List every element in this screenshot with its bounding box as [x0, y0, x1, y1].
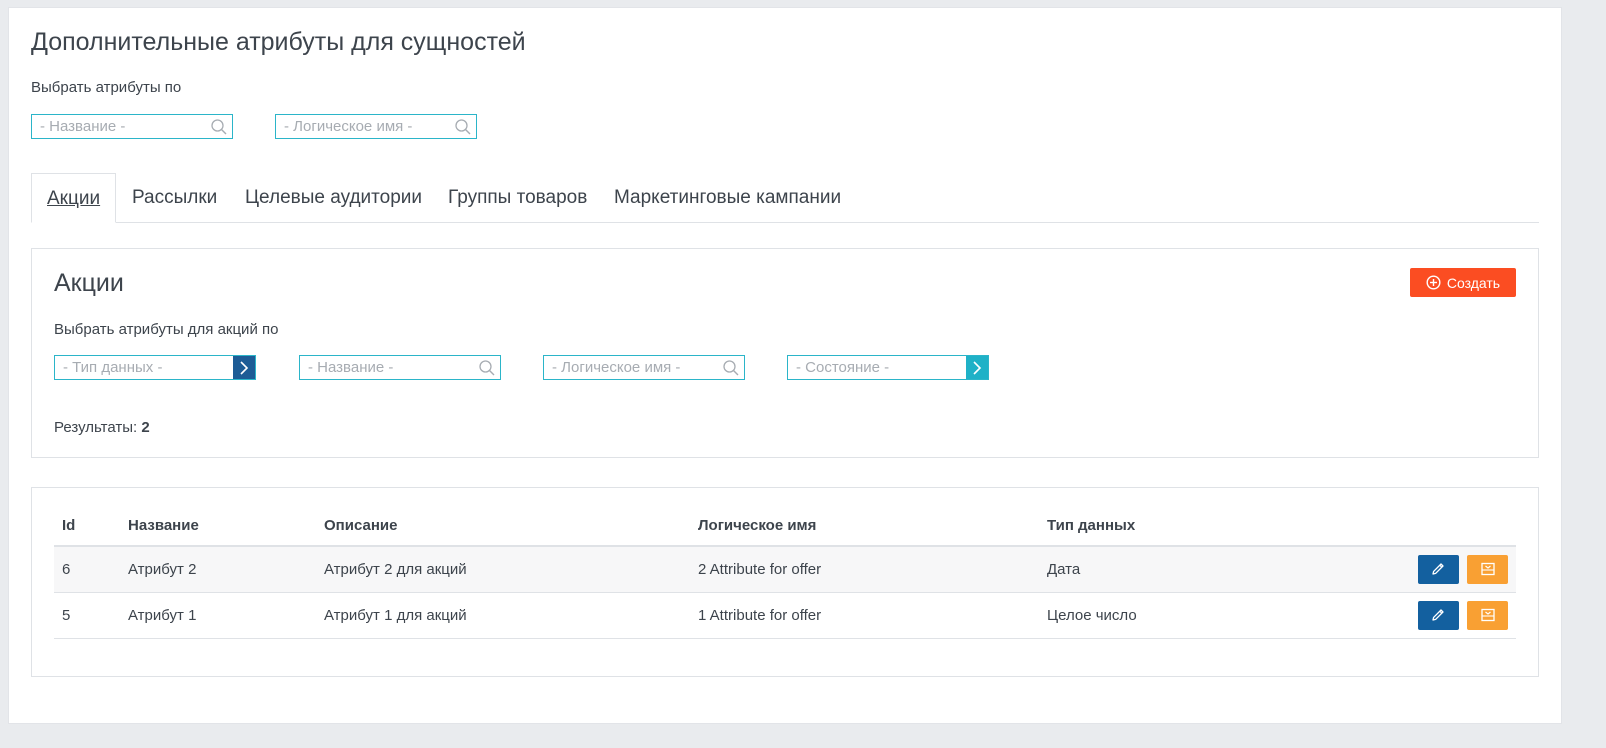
cell-name: Атрибут 1 — [120, 592, 316, 639]
offers-filter-panel: Акции Создать Выбрать атрибуты для акций… — [31, 248, 1539, 458]
column-header-name[interactable]: Название — [120, 506, 316, 547]
cell-id: 5 — [54, 592, 120, 639]
archive-icon — [1480, 563, 1495, 576]
cell-logical-name: 2 Attribute for offer — [690, 546, 1039, 593]
archive-icon — [1480, 608, 1495, 622]
search-icon — [479, 360, 495, 376]
attributes-table-panel: Id Название Описание Логическое имя Тип … — [31, 487, 1539, 677]
state-input[interactable] — [788, 356, 988, 379]
attributes-table: Id Название Описание Логическое имя Тип … — [54, 506, 1516, 639]
pencil-icon — [1432, 563, 1444, 575]
cell-data-type: Целое число — [1039, 592, 1339, 639]
entity-tabs: Акции Рассылки Целевые аудитории Группы … — [31, 173, 1539, 223]
tab-offers[interactable]: Акции — [31, 173, 117, 223]
pencil-icon — [1432, 609, 1444, 621]
data-type-input[interactable] — [55, 356, 255, 379]
cell-name: Атрибут 2 — [120, 546, 316, 593]
column-header-data-type[interactable]: Тип данных — [1039, 506, 1339, 547]
search-icon — [211, 119, 227, 135]
edit-button[interactable] — [1417, 554, 1459, 584]
column-header-id[interactable]: Id — [54, 506, 120, 547]
table-row: 5 Атрибут 1 Атрибут 1 для акций 1 Attrib… — [54, 592, 1516, 639]
table-row: 6 Атрибут 2 Атрибут 2 для акций 2 Attrib… — [54, 546, 1516, 593]
plus-circle-icon — [1426, 275, 1441, 290]
archive-button[interactable] — [1467, 554, 1508, 584]
cell-actions — [1339, 592, 1516, 639]
archive-button[interactable] — [1467, 600, 1508, 630]
state-dropdown-button[interactable] — [966, 356, 988, 379]
chevron-right-icon — [240, 360, 249, 375]
state-select[interactable] — [787, 355, 989, 380]
page-title: Дополнительные атрибуты для сущностей — [31, 28, 526, 56]
results-label: Результаты: — [54, 419, 138, 436]
data-type-select[interactable] — [54, 355, 256, 380]
create-button-label: Создать — [1446, 274, 1501, 291]
offers-logical-name-filter-input[interactable] — [544, 356, 744, 379]
column-header-actions — [1339, 506, 1516, 547]
offers-name-filter-field — [299, 355, 501, 380]
results-value: 2 — [141, 419, 150, 436]
cell-id: 6 — [54, 546, 120, 593]
logical-name-filter-field — [275, 114, 477, 139]
page-container: Дополнительные атрибуты для сущностей Вы… — [8, 7, 1562, 724]
filter-label: Выбрать атрибуты по — [31, 79, 182, 96]
results-count: Результаты: 2 — [54, 419, 150, 436]
cell-data-type: Дата — [1039, 546, 1339, 593]
cell-actions — [1339, 546, 1516, 593]
panel-title: Акции — [54, 269, 124, 297]
table-header-row: Id Название Описание Логическое имя Тип … — [54, 506, 1516, 547]
tab-marketing-campaigns[interactable]: Маркетинговые кампании — [614, 173, 841, 223]
edit-button[interactable] — [1417, 600, 1459, 630]
cell-description: Атрибут 2 для акций — [316, 546, 690, 593]
column-header-description[interactable]: Описание — [316, 506, 690, 547]
search-icon — [455, 119, 471, 135]
tab-product-groups[interactable]: Группы товаров — [448, 173, 587, 223]
name-filter-field — [31, 114, 233, 139]
chevron-right-icon — [973, 360, 982, 375]
cell-description: Атрибут 1 для акций — [316, 592, 690, 639]
tab-mailings[interactable]: Рассылки — [132, 173, 217, 223]
tab-target-audiences[interactable]: Целевые аудитории — [245, 173, 422, 223]
offers-name-filter-input[interactable] — [300, 356, 500, 379]
search-icon — [723, 360, 739, 376]
offers-filter-label: Выбрать атрибуты для акций по — [54, 321, 279, 338]
name-filter-input[interactable] — [32, 115, 232, 138]
offers-logical-name-filter-field — [543, 355, 745, 380]
create-button[interactable]: Создать — [1410, 268, 1516, 297]
column-header-logical-name[interactable]: Логическое имя — [690, 506, 1039, 547]
data-type-dropdown-button[interactable] — [233, 356, 255, 379]
logical-name-filter-input[interactable] — [276, 115, 476, 138]
cell-logical-name: 1 Attribute for offer — [690, 592, 1039, 639]
